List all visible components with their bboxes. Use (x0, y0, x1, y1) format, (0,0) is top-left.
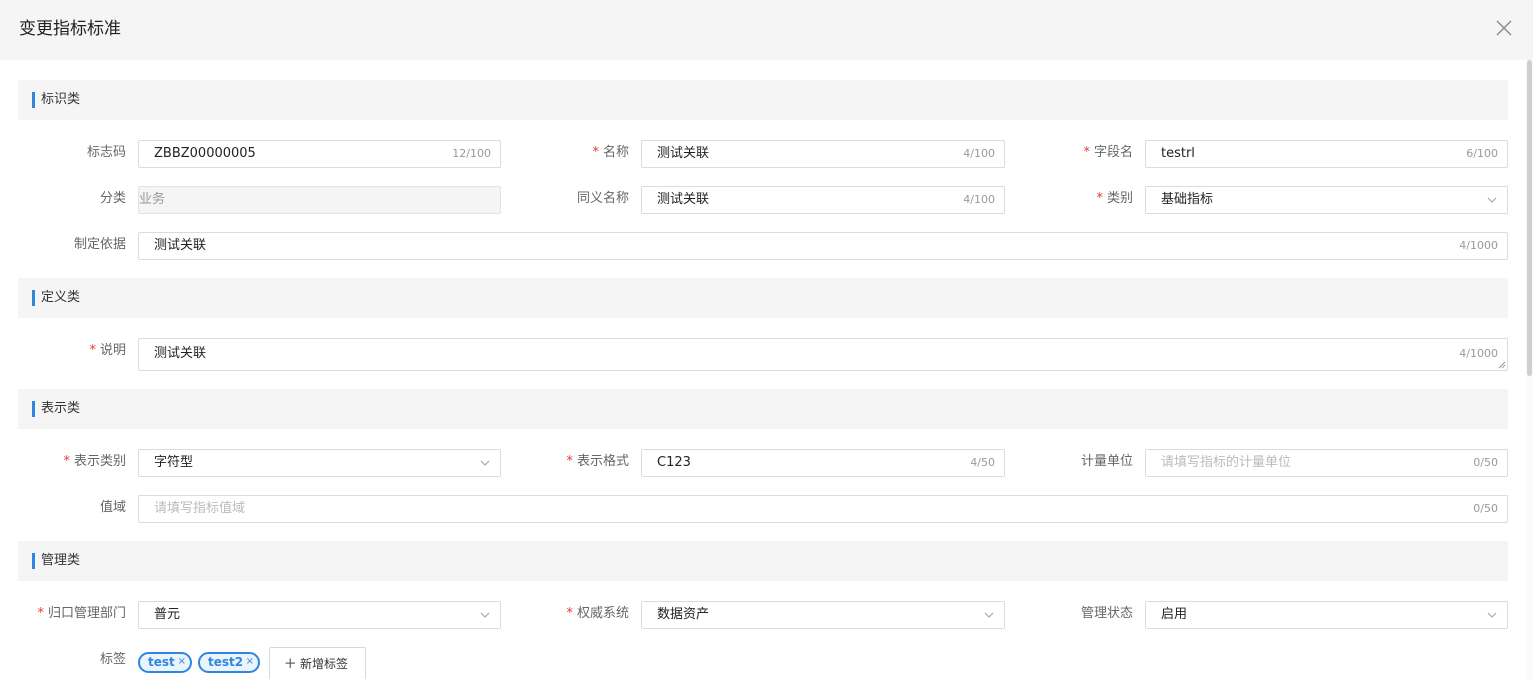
section-accent-bar (32, 290, 35, 306)
status-select[interactable]: 启用 (1145, 601, 1508, 629)
name-input[interactable]: 测试关联 4/100 (641, 140, 1005, 168)
required-mark: * (89, 343, 96, 358)
name-label: * 名称 (592, 145, 629, 160)
chevron-down-icon (1487, 197, 1497, 203)
description-count: 4/1000 (1459, 347, 1498, 360)
field-name-value: testrl (1161, 146, 1195, 161)
domain-label: 值域 (99, 500, 126, 515)
resize-handle-icon[interactable] (1498, 361, 1506, 369)
rep-format-value: C123 (657, 455, 691, 470)
section-title: 管理类 (41, 553, 81, 568)
status-label: 管理状态 (1080, 606, 1133, 621)
synonym-value: 测试关联 (657, 192, 710, 207)
required-mark: * (592, 145, 599, 160)
required-mark: * (1083, 145, 1090, 160)
required-mark: * (37, 606, 44, 621)
tag-item: test2 × (198, 652, 260, 673)
synonym-input[interactable]: 测试关联 4/100 (641, 186, 1005, 214)
system-select[interactable]: 数据资产 (641, 601, 1005, 629)
category-input: 业务 (138, 186, 501, 214)
code-input[interactable]: ZBBZ00000005 12/100 (138, 140, 501, 168)
required-mark: * (566, 606, 573, 621)
name-count: 4/100 (963, 147, 995, 160)
add-tag-button[interactable]: + 新增标签 (269, 647, 366, 679)
code-value: ZBBZ00000005 (154, 146, 256, 161)
name-value: 测试关联 (657, 146, 710, 161)
rep-type-value: 字符型 (154, 455, 194, 470)
field-name-label: * 字段名 (1083, 145, 1133, 160)
type-select[interactable]: 基础指标 (1145, 186, 1508, 214)
section-representation: 表示类 (18, 389, 1508, 429)
scrollbar-thumb[interactable] (1527, 60, 1532, 376)
type-value: 基础指标 (1161, 192, 1214, 207)
system-label: * 权威系统 (566, 606, 629, 621)
section-accent-bar (32, 401, 35, 417)
description-label: * 说明 (89, 343, 126, 358)
dept-select[interactable]: 普元 (138, 601, 501, 629)
rep-type-select[interactable]: 字符型 (138, 449, 501, 477)
domain-count: 0/50 (1473, 502, 1498, 515)
tag-remove-icon[interactable]: × (246, 654, 254, 669)
section-definition: 定义类 (18, 278, 1508, 318)
plus-icon: + (284, 654, 297, 672)
chevron-down-icon (480, 460, 490, 466)
code-label: 标志码 (86, 145, 126, 160)
type-label: * 类别 (1096, 191, 1133, 206)
description-value: 测试关联 (154, 346, 207, 361)
field-name-count: 6/100 (1466, 147, 1498, 160)
status-value: 启用 (1161, 607, 1188, 622)
required-mark: * (566, 454, 573, 469)
field-name-input[interactable]: testrl 6/100 (1145, 140, 1508, 168)
rep-format-input[interactable]: C123 4/50 (641, 449, 1005, 477)
required-mark: * (63, 454, 70, 469)
system-value: 数据资产 (657, 607, 710, 622)
add-tag-label: 新增标签 (300, 657, 349, 671)
basis-value: 测试关联 (154, 238, 207, 253)
domain-input[interactable]: 请填写指标值域 0/50 (138, 495, 1508, 523)
unit-input[interactable]: 请填写指标的计量单位 0/50 (1145, 449, 1508, 477)
dept-label: * 归口管理部门 (37, 606, 126, 621)
rep-format-count: 4/50 (970, 456, 995, 469)
section-identification: 标识类 (18, 80, 1508, 120)
dialog-header: 变更指标标准 (0, 0, 1533, 60)
rep-format-label: * 表示格式 (566, 454, 629, 469)
code-count: 12/100 (452, 147, 491, 160)
chevron-down-icon (1487, 612, 1497, 618)
tag-item: test × (138, 652, 192, 673)
section-accent-bar (32, 553, 35, 569)
rep-type-label: * 表示类别 (63, 454, 126, 469)
basis-count: 4/1000 (1459, 239, 1498, 252)
tag-remove-icon[interactable]: × (178, 654, 186, 669)
tag-label: test (148, 655, 175, 669)
basis-input[interactable]: 测试关联 4/1000 (138, 232, 1508, 260)
scrollbar[interactable] (1526, 60, 1533, 679)
unit-count: 0/50 (1473, 456, 1498, 469)
category-label: 分类 (99, 191, 126, 206)
tag-label: test2 (208, 655, 244, 669)
basis-label: 制定依据 (73, 237, 126, 252)
dept-value: 普元 (154, 607, 181, 622)
section-accent-bar (32, 92, 35, 108)
synonym-label: 同义名称 (576, 191, 629, 206)
tags-label: 标签 (99, 652, 126, 667)
chevron-down-icon (984, 612, 994, 618)
domain-placeholder: 请填写指标值域 (154, 501, 246, 516)
section-title: 表示类 (41, 401, 81, 416)
section-title: 定义类 (41, 290, 81, 305)
section-management: 管理类 (18, 541, 1508, 581)
synonym-count: 4/100 (963, 193, 995, 206)
section-title: 标识类 (41, 92, 81, 107)
unit-placeholder: 请填写指标的计量单位 (1161, 455, 1292, 470)
dialog-title: 变更指标标准 (19, 19, 121, 39)
category-value: 业务 (139, 192, 166, 207)
close-icon (1496, 20, 1512, 36)
required-mark: * (1096, 191, 1103, 206)
description-textarea[interactable]: 测试关联 4/1000 (138, 338, 1508, 371)
unit-label: 计量单位 (1080, 454, 1133, 469)
close-button[interactable] (1494, 18, 1514, 38)
chevron-down-icon (480, 612, 490, 618)
